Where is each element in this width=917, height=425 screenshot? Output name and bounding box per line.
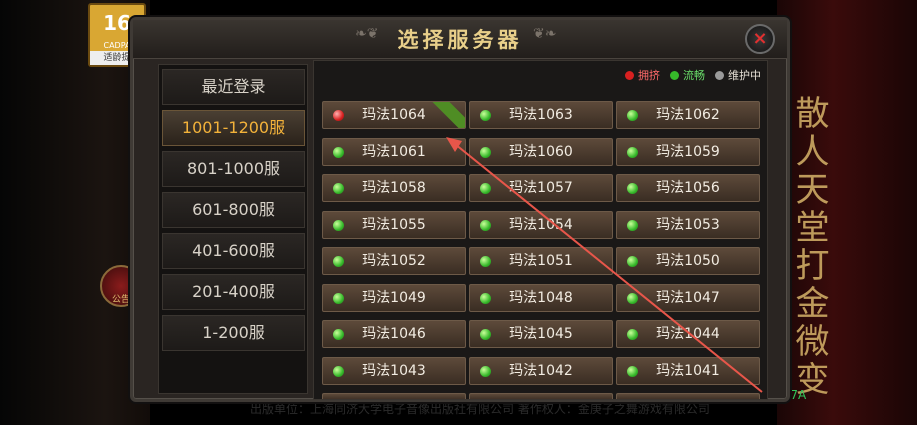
server-button[interactable]: 玛法1055 — [322, 210, 466, 239]
legend-item: 维护中 — [715, 67, 761, 83]
server-button[interactable]: 玛法1057 — [469, 174, 613, 202]
server-button[interactable]: 玛法1051 — [469, 247, 613, 275]
dragon-ornament-right-icon: ❦❧ — [533, 26, 557, 42]
server-name: 玛法1056 — [656, 180, 720, 196]
server-button[interactable]: 玛法1047 — [616, 283, 760, 312]
legend-item: 流畅 — [670, 67, 705, 83]
server-name: 玛法1046 — [362, 326, 426, 342]
server-button[interactable]: 玛法1052 — [322, 247, 466, 275]
dialog-title-bar: ❧❦ 选择服务器 ❦❧ — [133, 20, 787, 59]
server-button[interactable]: 玛法1045 — [469, 320, 613, 348]
server-button[interactable]: 玛法1042 — [469, 356, 613, 385]
close-button[interactable]: × — [745, 24, 775, 54]
server-select-dialog: ❧❦ 选择服务器 ❦❧ × 最近登录 1001-1200服 801-1000服 601… — [130, 17, 790, 402]
dialog-title: 选择服务器 — [397, 27, 523, 52]
server-name: 玛法1041 — [656, 362, 720, 379]
server-name: 玛法1051 — [509, 253, 573, 269]
server-button[interactable]: 玛法1061 — [322, 137, 466, 166]
category-tab[interactable]: 801-1000服 — [162, 151, 305, 187]
server-name: 玛法1052 — [362, 253, 426, 269]
server-button[interactable]: 玛法1056 — [616, 174, 760, 202]
server-button-partial[interactable] — [322, 393, 466, 399]
server-name: 玛法1042 — [509, 362, 573, 379]
server-category-list: 最近登录 1001-1200服 801-1000服 601-800服 401-600服 2… — [158, 64, 308, 394]
category-tab[interactable]: 201-400服 — [162, 274, 305, 310]
category-tab[interactable]: 1-200服 — [162, 315, 305, 351]
legend-item: 拥挤 — [625, 67, 660, 83]
server-name: 玛法1043 — [362, 362, 426, 379]
legend-status-dot-icon — [625, 70, 634, 80]
server-button[interactable]: 玛法1060 — [469, 137, 613, 166]
server-button[interactable]: 玛法1046 — [322, 320, 466, 348]
server-button-partial[interactable] — [616, 393, 760, 399]
server-name: 玛法1059 — [656, 143, 720, 160]
server-grid: 拥挤 流畅 维护中 玛法1064 玛法1063 玛法1062 玛法1061 玛法1060 玛法… — [313, 60, 768, 400]
server-button[interactable]: 玛法1053 — [616, 210, 760, 239]
server-name: 玛法1055 — [362, 216, 426, 233]
server-name: 玛法1047 — [656, 289, 720, 306]
server-name: 玛法1060 — [509, 143, 573, 160]
server-name: 玛法1061 — [362, 143, 426, 160]
server-name: 玛法1063 — [509, 107, 573, 123]
server-name: 玛法1058 — [362, 180, 426, 196]
server-name: 玛法1057 — [509, 180, 573, 196]
publisher-footer: 出版单位：上海同济大学电子音像出版社有限公司 著作权人：金庚子之舞游戏有限公司 — [250, 402, 710, 416]
server-name: 玛法1050 — [656, 253, 720, 269]
server-button[interactable]: 玛法1048 — [469, 283, 613, 312]
server-button[interactable]: 玛法1064 — [322, 101, 466, 129]
legend-label: 流畅 — [683, 69, 705, 82]
server-button[interactable]: 玛法1044 — [616, 320, 760, 348]
category-tab[interactable]: 401-600服 — [162, 233, 305, 269]
server-button[interactable]: 玛法1041 — [616, 356, 760, 385]
legend-status-dot-icon — [670, 70, 679, 80]
legend-label: 维护中 — [728, 69, 761, 82]
status-legend: 拥挤 流畅 维护中 — [625, 67, 761, 83]
server-name: 玛法1044 — [656, 326, 720, 342]
server-name: 玛法1053 — [656, 216, 720, 233]
server-name: 玛法1048 — [509, 289, 573, 306]
server-button[interactable]: 玛法1062 — [616, 101, 760, 129]
server-name: 玛法1062 — [656, 107, 720, 123]
server-name: 玛法1049 — [362, 289, 426, 306]
server-name: 玛法1054 — [509, 216, 573, 233]
side-banner-text: 散人天堂打金微变 — [789, 95, 829, 399]
server-button[interactable]: 玛法1063 — [469, 101, 613, 129]
server-button-partial[interactable] — [469, 393, 613, 399]
server-button[interactable]: 玛法1050 — [616, 247, 760, 275]
server-button[interactable]: 玛法1059 — [616, 137, 760, 166]
legend-label: 拥挤 — [638, 69, 660, 82]
server-button[interactable]: 玛法1054 — [469, 210, 613, 239]
server-button[interactable]: 玛法1058 — [322, 174, 466, 202]
legend-status-dot-icon — [715, 70, 724, 80]
server-button[interactable]: 玛法1043 — [322, 356, 466, 385]
category-tab[interactable]: 最近登录 — [162, 69, 305, 105]
category-tab[interactable]: 1001-1200服 — [162, 110, 305, 146]
server-name: 玛法1045 — [509, 326, 573, 342]
category-tab[interactable]: 601-800服 — [162, 192, 305, 228]
server-button[interactable]: 玛法1049 — [322, 283, 466, 312]
